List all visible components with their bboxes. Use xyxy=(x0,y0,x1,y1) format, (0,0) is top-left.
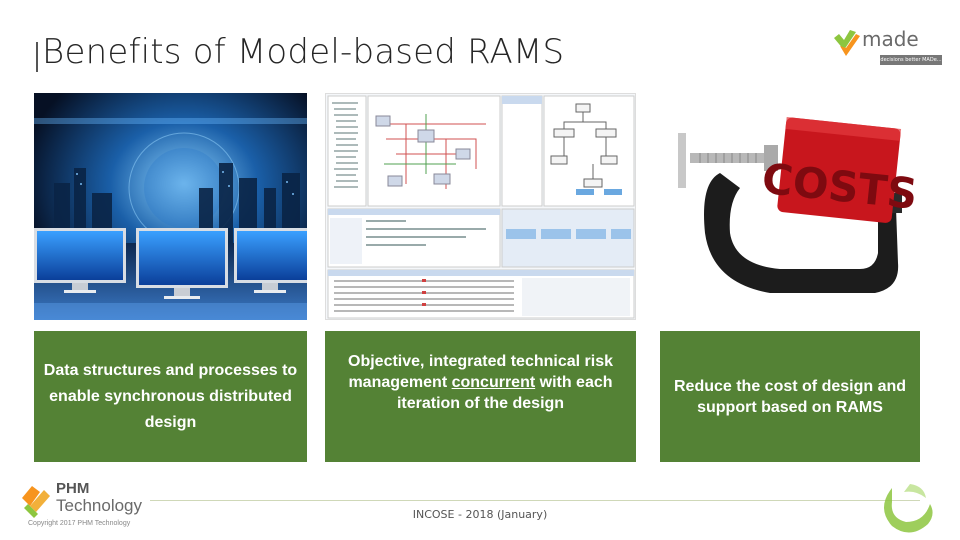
footer-caption: INCOSE - 2018 (January) xyxy=(412,508,548,521)
made-logo-tagline: decisions better MADe... xyxy=(880,55,942,65)
benefit-text-1: Data structures and processes to enable … xyxy=(43,361,298,431)
green-swirl-icon xyxy=(884,484,933,533)
software-screenshot-collage-image xyxy=(325,93,636,320)
benefit-box-risk-management: Objective, integrated technical risk man… xyxy=(325,331,636,462)
title-accent-bar xyxy=(36,42,38,72)
phm-copyright: Copyright 2017 PHM Technology xyxy=(28,520,131,527)
digital-city-monitors-image xyxy=(34,93,307,320)
made-logo-name: made xyxy=(862,27,919,51)
benefit-box-cost-reduction: Reduce the cost of design and support ba… xyxy=(660,331,920,462)
benefit-box-distributed-design: Data structures and processes to enable … xyxy=(34,331,307,462)
phm-logo-line2: Technology xyxy=(56,496,143,515)
benefit-text-3: Reduce the cost of design and support ba… xyxy=(673,377,907,416)
benefit-text-2: Objective, integrated technical risk man… xyxy=(333,351,628,414)
slide-title: Benefits of Model-based RAMS xyxy=(42,32,565,72)
footer-divider xyxy=(150,500,920,501)
phm-logo-line1: PHM xyxy=(56,480,90,497)
benefit-text-2-underlined: concurrent xyxy=(451,374,536,391)
costs-clamp-image: COSTS xyxy=(660,93,920,320)
